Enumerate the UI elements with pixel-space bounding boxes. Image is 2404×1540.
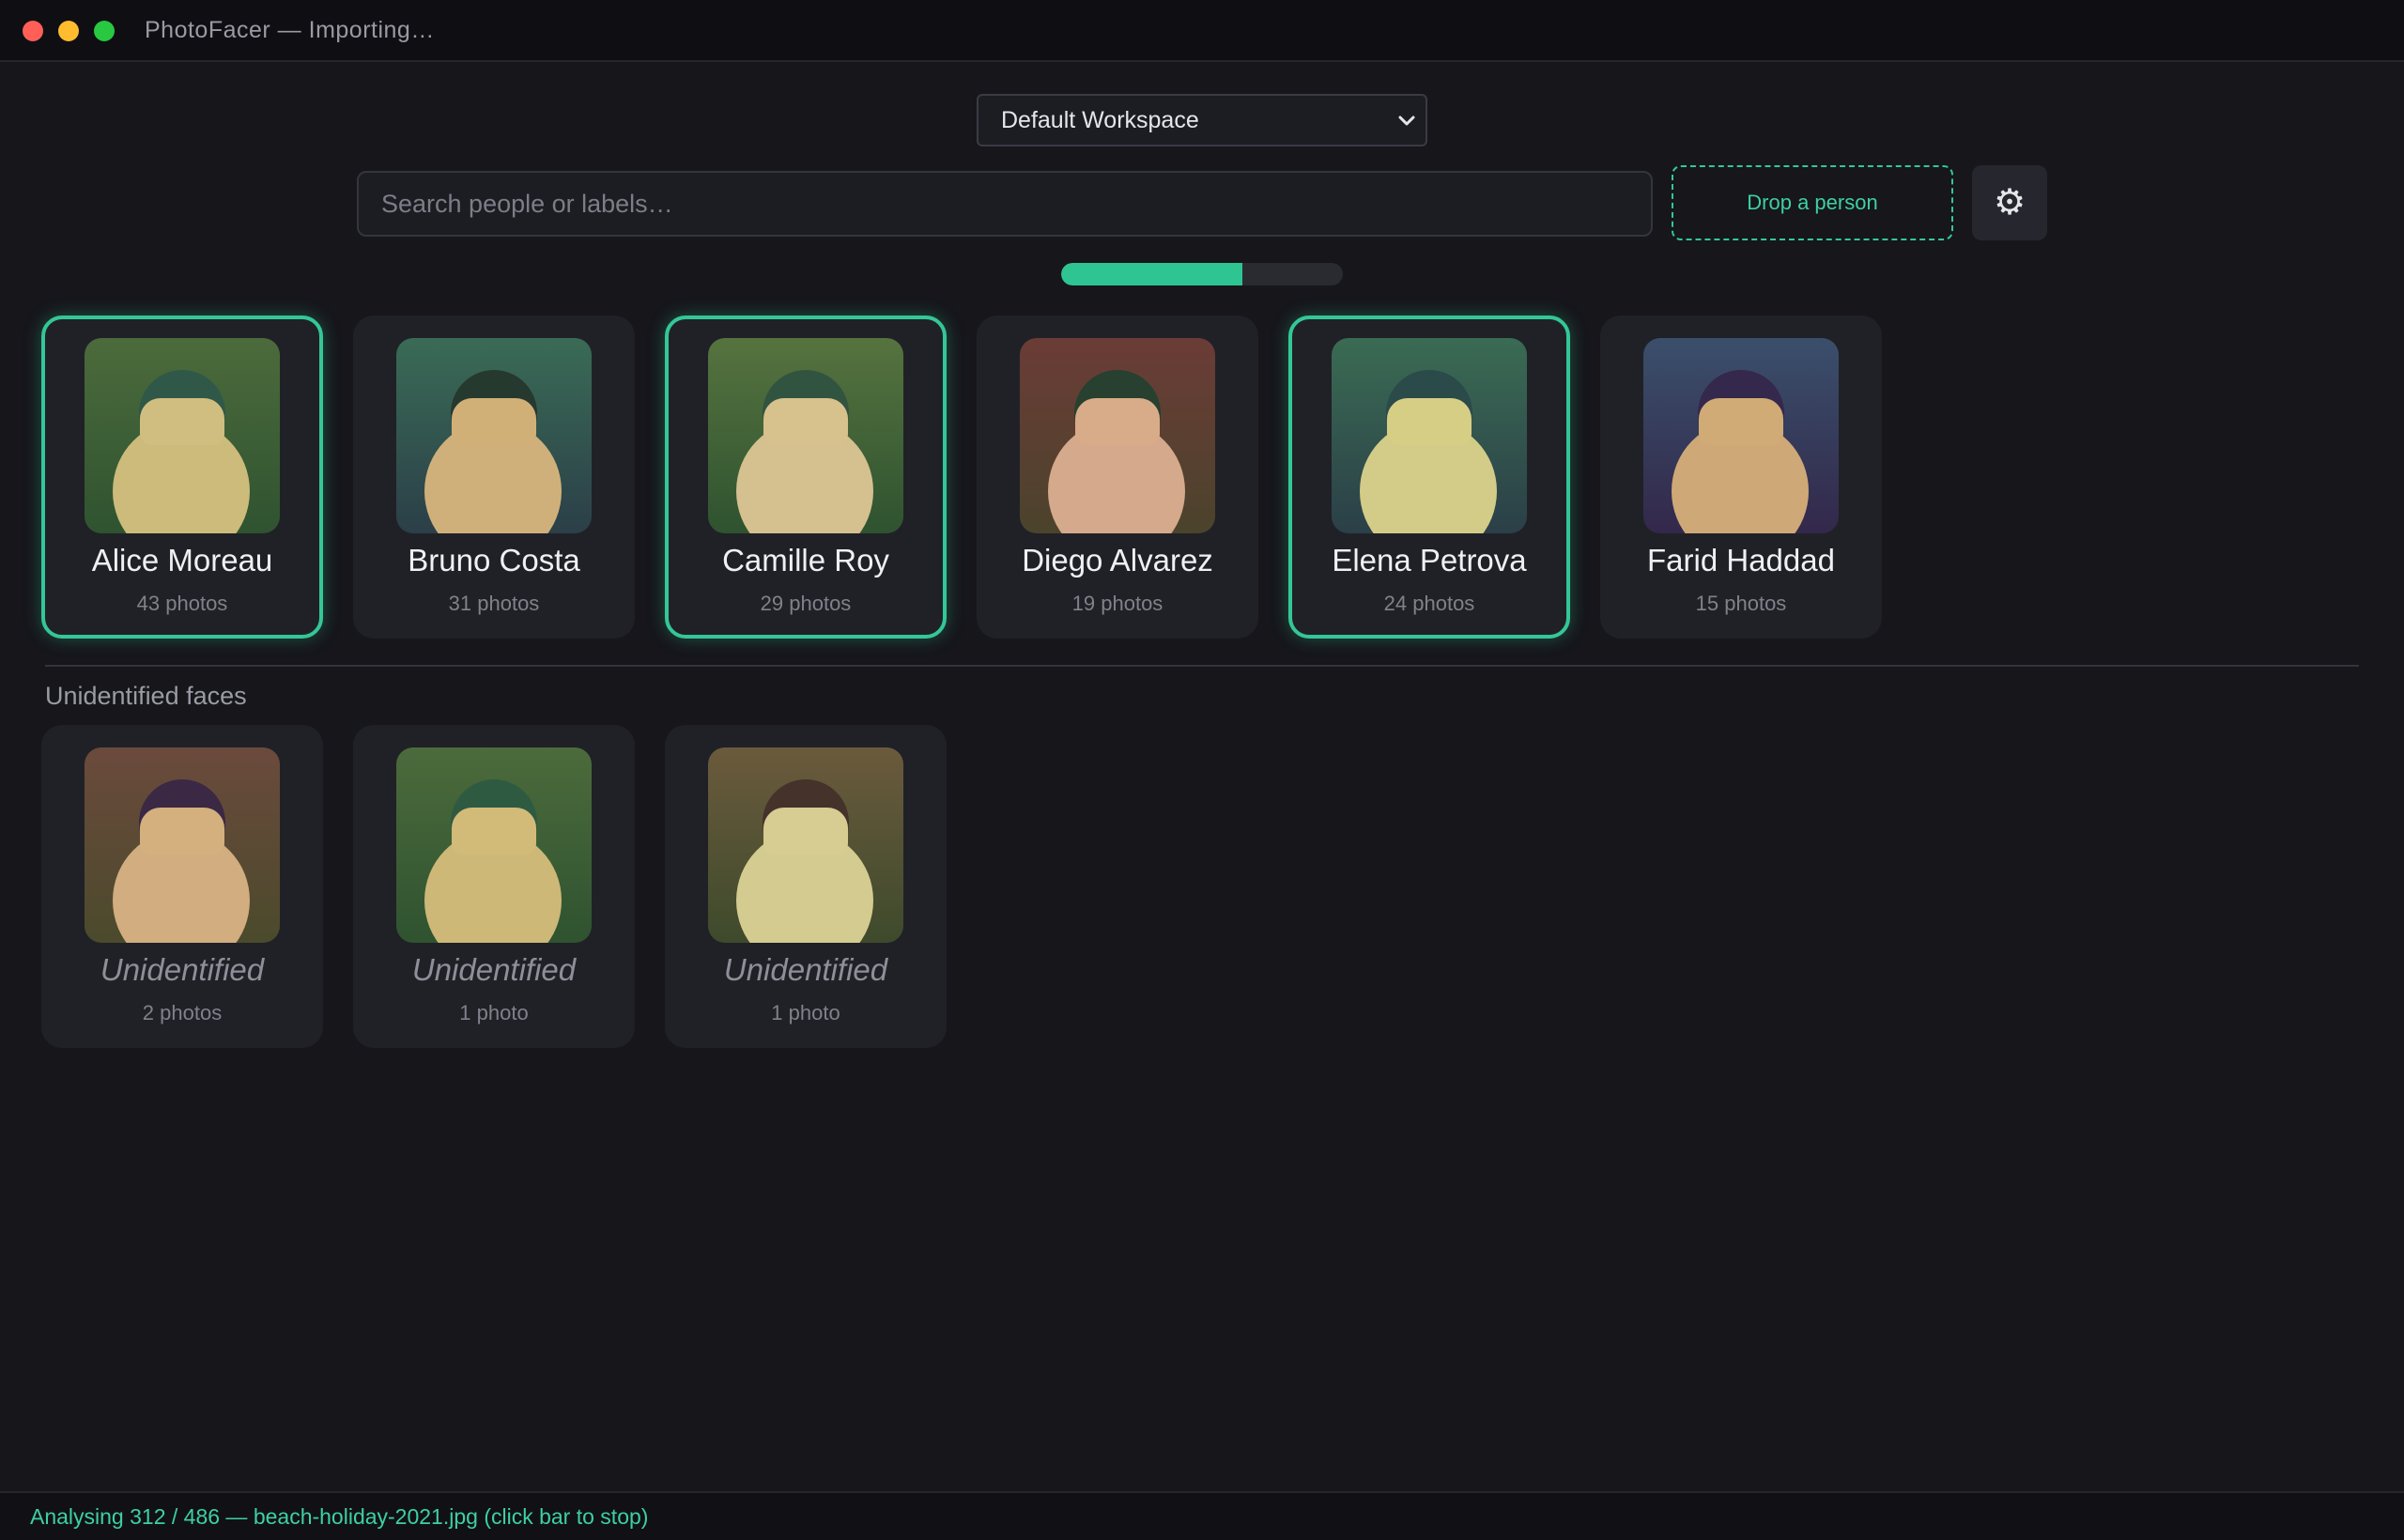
photo-count: 1 photo <box>771 1001 840 1024</box>
avatar-face <box>140 398 224 445</box>
face-thumbnail <box>85 338 280 533</box>
avatar-face <box>763 808 848 855</box>
unidentified-face-card[interactable]: Unidentified 1 photo <box>353 725 635 1048</box>
person-card[interactable]: Farid Haddad 15 photos <box>1600 316 1882 639</box>
workspace-select-value: Default Workspace <box>1001 107 1199 133</box>
avatar-face <box>1699 398 1783 445</box>
close-window-button[interactable] <box>23 21 43 41</box>
chevron-down-icon <box>1398 116 1415 126</box>
photo-count: 19 photos <box>1071 592 1163 615</box>
unidentified-face-card[interactable]: Unidentified 2 photos <box>41 725 323 1048</box>
person-card[interactable]: Alice Moreau 43 photos <box>41 316 323 639</box>
import-progress-bar[interactable] <box>1061 263 1343 285</box>
photo-count: 15 photos <box>1695 592 1787 615</box>
avatar-face <box>1387 398 1472 445</box>
face-thumbnail <box>708 747 903 943</box>
search-input[interactable] <box>357 171 1653 237</box>
unidentified-section-title: Unidentified faces <box>45 682 247 710</box>
person-name: Alice Moreau <box>91 543 273 578</box>
person-card[interactable]: Camille Roy 29 photos <box>665 316 947 639</box>
settings-button[interactable]: ⚙ <box>1972 165 2047 240</box>
avatar-face <box>1075 398 1160 445</box>
photo-count: 29 photos <box>760 592 852 615</box>
window-title: PhotoFacer — Importing… <box>145 17 435 43</box>
face-thumbnail <box>1332 338 1527 533</box>
person-card[interactable]: Bruno Costa 31 photos <box>353 316 635 639</box>
face-thumbnail <box>1020 338 1215 533</box>
face-thumbnail <box>396 747 592 943</box>
person-name: Diego Alvarez <box>1022 543 1213 578</box>
status-text: Analysing 312 / 486 — beach-holiday-2021… <box>30 1504 649 1529</box>
person-name: Farid Haddad <box>1647 543 1835 578</box>
minimize-window-button[interactable] <box>58 21 79 41</box>
gear-icon: ⚙ <box>1993 183 2026 223</box>
maximize-window-button[interactable] <box>94 21 115 41</box>
section-divider <box>45 665 2359 667</box>
person-name: Camille Roy <box>722 543 889 578</box>
person-card[interactable]: Diego Alvarez 19 photos <box>977 316 1258 639</box>
photo-count: 24 photos <box>1383 592 1475 615</box>
avatar-face <box>452 398 536 445</box>
unidentified-label: Unidentified <box>100 952 265 987</box>
photo-count: 43 photos <box>136 592 228 615</box>
face-thumbnail <box>85 747 280 943</box>
face-thumbnail <box>708 338 903 533</box>
photo-count: 1 photo <box>459 1001 529 1024</box>
face-thumbnail <box>1643 338 1839 533</box>
person-card[interactable]: Elena Petrova 24 photos <box>1288 316 1570 639</box>
face-thumbnail <box>396 338 592 533</box>
title-bar: PhotoFacer — Importing… <box>0 0 2404 62</box>
avatar-face <box>452 808 536 855</box>
unidentified-label: Unidentified <box>723 952 888 987</box>
drop-person-zone[interactable]: Drop a person <box>1672 165 1953 240</box>
person-name: Elena Petrova <box>1332 543 1527 578</box>
person-name: Bruno Costa <box>408 543 580 578</box>
unidentified-face-card[interactable]: Unidentified 1 photo <box>665 725 947 1048</box>
avatar-face <box>140 808 224 855</box>
avatar-face <box>763 398 848 445</box>
import-progress-fill <box>1061 263 1242 285</box>
status-bar[interactable]: Analysing 312 / 486 — beach-holiday-2021… <box>0 1491 2404 1540</box>
photo-count: 31 photos <box>448 592 540 615</box>
unidentified-label: Unidentified <box>411 952 577 987</box>
workspace-select[interactable]: Default Workspace <box>977 94 1427 146</box>
photo-count: 2 photos <box>142 1001 223 1024</box>
